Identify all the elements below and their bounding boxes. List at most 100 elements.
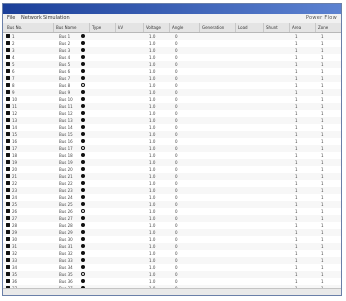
table-row[interactable]: 24 Bus 24 1.0 0 1 1 [3, 194, 341, 201]
table-cell: 1 [295, 132, 298, 137]
table-row[interactable]: 6 Bus 6 1.0 0 1 1 [3, 68, 341, 75]
table-row[interactable]: 3 Bus 3 1.0 0 1 1 [3, 47, 341, 54]
table-cell: 1.0 [149, 69, 156, 74]
table-cell: 0 [175, 216, 178, 221]
col-bus-no[interactable]: Bus No. [7, 23, 22, 32]
table-row[interactable]: 19 Bus 19 1.0 0 1 1 [3, 159, 341, 166]
table-row[interactable]: 1 Bus 1 1.0 0 1 1 [3, 33, 341, 40]
table-cell: 1.0 [149, 265, 156, 270]
table-row[interactable]: 26 Bus 26 1.0 0 1 1 [3, 208, 341, 215]
table-row[interactable]: 2 Bus 2 1.0 0 1 1 [3, 40, 341, 47]
table-row[interactable]: 12 Bus 12 1.0 0 1 1 [3, 110, 341, 117]
menu-power-flow[interactable]: Power Flow [306, 14, 337, 23]
table-row[interactable]: 34 Bus 34 1.0 0 1 1 [3, 264, 341, 271]
col-area[interactable]: Area [289, 23, 301, 32]
table-cell: 1 [295, 55, 298, 60]
table-row[interactable]: 8 Bus 8 1.0 0 1 1 [3, 82, 341, 89]
table-row[interactable]: 9 Bus 9 1.0 0 1 1 [3, 89, 341, 96]
table-cell: 0 [175, 265, 178, 270]
col-zone[interactable]: Zone [315, 23, 328, 32]
col-shunt[interactable]: Shunt [263, 23, 278, 32]
table-row[interactable]: 11 Bus 11 1.0 0 1 1 [3, 103, 341, 110]
table-cell: 1.0 [149, 55, 156, 60]
table-row[interactable]: 21 Bus 21 1.0 0 1 1 [3, 173, 341, 180]
table-row[interactable]: 16 Bus 16 1.0 0 1 1 [3, 138, 341, 145]
table-cell: 1 [12, 34, 15, 39]
table-cell: 1.0 [149, 272, 156, 277]
table-row[interactable]: 20 Bus 20 1.0 0 1 1 [3, 166, 341, 173]
status-icon [81, 272, 85, 276]
menu-simulation[interactable]: Simulation [43, 14, 70, 23]
col-generation[interactable]: Generation [199, 23, 224, 32]
table-row[interactable]: 15 Bus 15 1.0 0 1 1 [3, 131, 341, 138]
table-cell: 1.0 [149, 83, 156, 88]
table-row[interactable]: 35 Bus 35 1.0 0 1 1 [3, 271, 341, 278]
table-cell: 0 [175, 69, 178, 74]
bus-icon [6, 76, 10, 80]
table-row[interactable]: 18 Bus 18 1.0 0 1 1 [3, 152, 341, 159]
table-row[interactable]: 10 Bus 10 1.0 0 1 1 [3, 96, 341, 103]
table-cell: Bus 21 [59, 174, 73, 179]
table-cell: Bus 6 [59, 69, 71, 74]
table-row[interactable]: 31 Bus 31 1.0 0 1 1 [3, 243, 341, 250]
table-cell: 1.0 [149, 160, 156, 165]
table-row[interactable]: 36 Bus 36 1.0 0 1 1 [3, 278, 341, 285]
table-cell: Bus 13 [59, 118, 73, 123]
table-row[interactable]: 28 Bus 28 1.0 0 1 1 [3, 222, 341, 229]
table-row[interactable]: 32 Bus 32 1.0 0 1 1 [3, 250, 341, 257]
table-cell: Bus 10 [59, 97, 73, 102]
table-cell: 0 [175, 237, 178, 242]
table-cell: 6 [12, 69, 15, 74]
status-icon [81, 216, 85, 220]
menu-network[interactable]: Network [21, 14, 42, 23]
table-cell: 1.0 [149, 244, 156, 249]
table-row[interactable]: 23 Bus 23 1.0 0 1 1 [3, 187, 341, 194]
table-row[interactable]: 13 Bus 13 1.0 0 1 1 [3, 117, 341, 124]
table-cell: 1.0 [149, 188, 156, 193]
col-voltage[interactable]: Voltage [143, 23, 161, 32]
table-row[interactable]: 14 Bus 14 1.0 0 1 1 [3, 124, 341, 131]
status-icon [81, 125, 85, 129]
menu-file[interactable]: File [7, 14, 15, 23]
table-cell: Bus 35 [59, 272, 73, 277]
table-row[interactable]: 5 Bus 5 1.0 0 1 1 [3, 61, 341, 68]
bus-icon [6, 83, 10, 87]
table-cell: 24 [12, 195, 18, 200]
table-cell: 1 [321, 34, 324, 39]
table-cell: 0 [175, 209, 178, 214]
table-cell: 1 [321, 230, 324, 235]
table-cell: Bus 27 [59, 216, 73, 221]
col-bus-name[interactable]: Bus Name [53, 23, 76, 32]
status-icon [81, 118, 85, 122]
table-row[interactable]: 30 Bus 30 1.0 0 1 1 [3, 236, 341, 243]
col-type[interactable]: Type [89, 23, 101, 32]
table-cell: Bus 22 [59, 181, 73, 186]
status-icon [81, 62, 85, 66]
status-icon [81, 90, 85, 94]
table-row[interactable]: 27 Bus 27 1.0 0 1 1 [3, 215, 341, 222]
table-cell: 25 [12, 202, 18, 207]
table-cell: 1.0 [149, 139, 156, 144]
table-row[interactable]: 25 Bus 25 1.0 0 1 1 [3, 201, 341, 208]
status-icon [81, 195, 85, 199]
table-row[interactable]: 17 Bus 17 1.0 0 1 1 [3, 145, 341, 152]
table-cell: 1 [295, 237, 298, 242]
table-row[interactable]: 29 Bus 29 1.0 0 1 1 [3, 229, 341, 236]
table-cell: 27 [12, 216, 18, 221]
col-kv[interactable]: kV [115, 23, 123, 32]
table-cell: 0 [175, 90, 178, 95]
table-cell: 1 [321, 202, 324, 207]
table-row[interactable]: 4 Bus 4 1.0 0 1 1 [3, 54, 341, 61]
table-row[interactable]: 33 Bus 33 1.0 0 1 1 [3, 257, 341, 264]
table-cell: 1 [295, 69, 298, 74]
status-icon [81, 153, 85, 157]
table-row[interactable]: 7 Bus 7 1.0 0 1 1 [3, 75, 341, 82]
table-cell: 0 [175, 55, 178, 60]
table-cell: 0 [175, 258, 178, 263]
bus-icon [6, 90, 10, 94]
table-cell: 16 [12, 139, 18, 144]
table-row[interactable]: 22 Bus 22 1.0 0 1 1 [3, 180, 341, 187]
table-cell: 0 [175, 202, 178, 207]
col-load[interactable]: Load [235, 23, 248, 32]
col-angle[interactable]: Angle [169, 23, 183, 32]
